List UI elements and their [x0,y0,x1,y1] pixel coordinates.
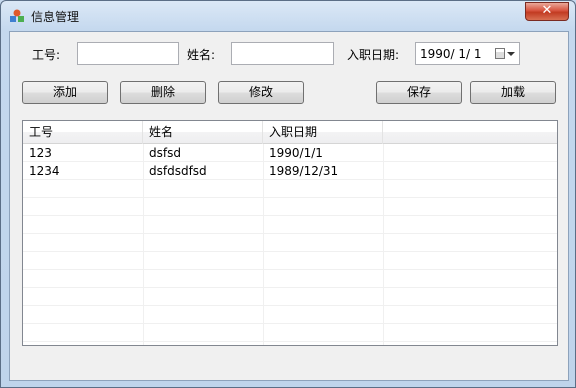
hire-date-picker[interactable]: 1990/ 1/ 1 [415,42,520,65]
window-title: 信息管理 [31,10,80,24]
table-row[interactable]: 123 dsfsd 1990/1/1 [23,145,557,162]
id-input[interactable] [77,42,179,65]
name-label: 姓名: [187,48,216,62]
hire-date-label: 入职日期: [347,48,400,62]
edit-button[interactable]: 修改 [218,81,304,104]
column-header-hire-date[interactable]: 入职日期 [263,121,383,144]
empty-row [23,253,557,270]
empty-row [23,271,557,288]
calendar-icon[interactable] [495,48,505,59]
cell-hire-date: 1989/12/31 [269,164,339,178]
cell-name: dsfsd [149,146,181,160]
chevron-down-icon[interactable] [507,52,515,56]
load-button[interactable]: 加载 [470,81,556,104]
cell-name: dsfdsdfsd [149,164,207,178]
id-label: 工号: [32,48,61,62]
save-button[interactable]: 保存 [376,81,462,104]
close-button[interactable]: ✕ [525,2,569,21]
cell-hire-date: 1990/1/1 [269,146,323,160]
title-bar[interactable]: 信息管理 ✕ [1,1,575,31]
empty-row [23,181,557,198]
employee-table[interactable]: 工号 姓名 入职日期 123 dsfsd 1990/1/1 1234 dsfds… [22,120,558,346]
empty-row [23,325,557,342]
cell-id: 1234 [29,164,60,178]
cell-id: 123 [29,146,52,160]
add-button[interactable]: 添加 [22,81,108,104]
empty-row [23,199,557,216]
table-row[interactable]: 1234 dsfdsdfsd 1989/12/31 [23,163,557,180]
empty-row [23,217,557,234]
empty-row [23,235,557,252]
app-icon [10,9,24,22]
main-window: 信息管理 ✕ 工号: 姓名: 入职日期: 1990/ 1/ 1 添加 删除 修改… [0,0,576,388]
column-header-name[interactable]: 姓名 [143,121,263,144]
column-header-id[interactable]: 工号 [23,121,143,144]
client-area: 工号: 姓名: 入职日期: 1990/ 1/ 1 添加 删除 修改 保存 加载 … [9,31,569,381]
hire-date-value: 1990/ 1/ 1 [420,47,482,61]
empty-row [23,307,557,324]
column-header-empty [383,121,557,144]
table-header: 工号 姓名 入职日期 [23,121,557,144]
name-input[interactable] [231,42,334,65]
empty-row [23,289,557,306]
delete-button[interactable]: 删除 [120,81,206,104]
